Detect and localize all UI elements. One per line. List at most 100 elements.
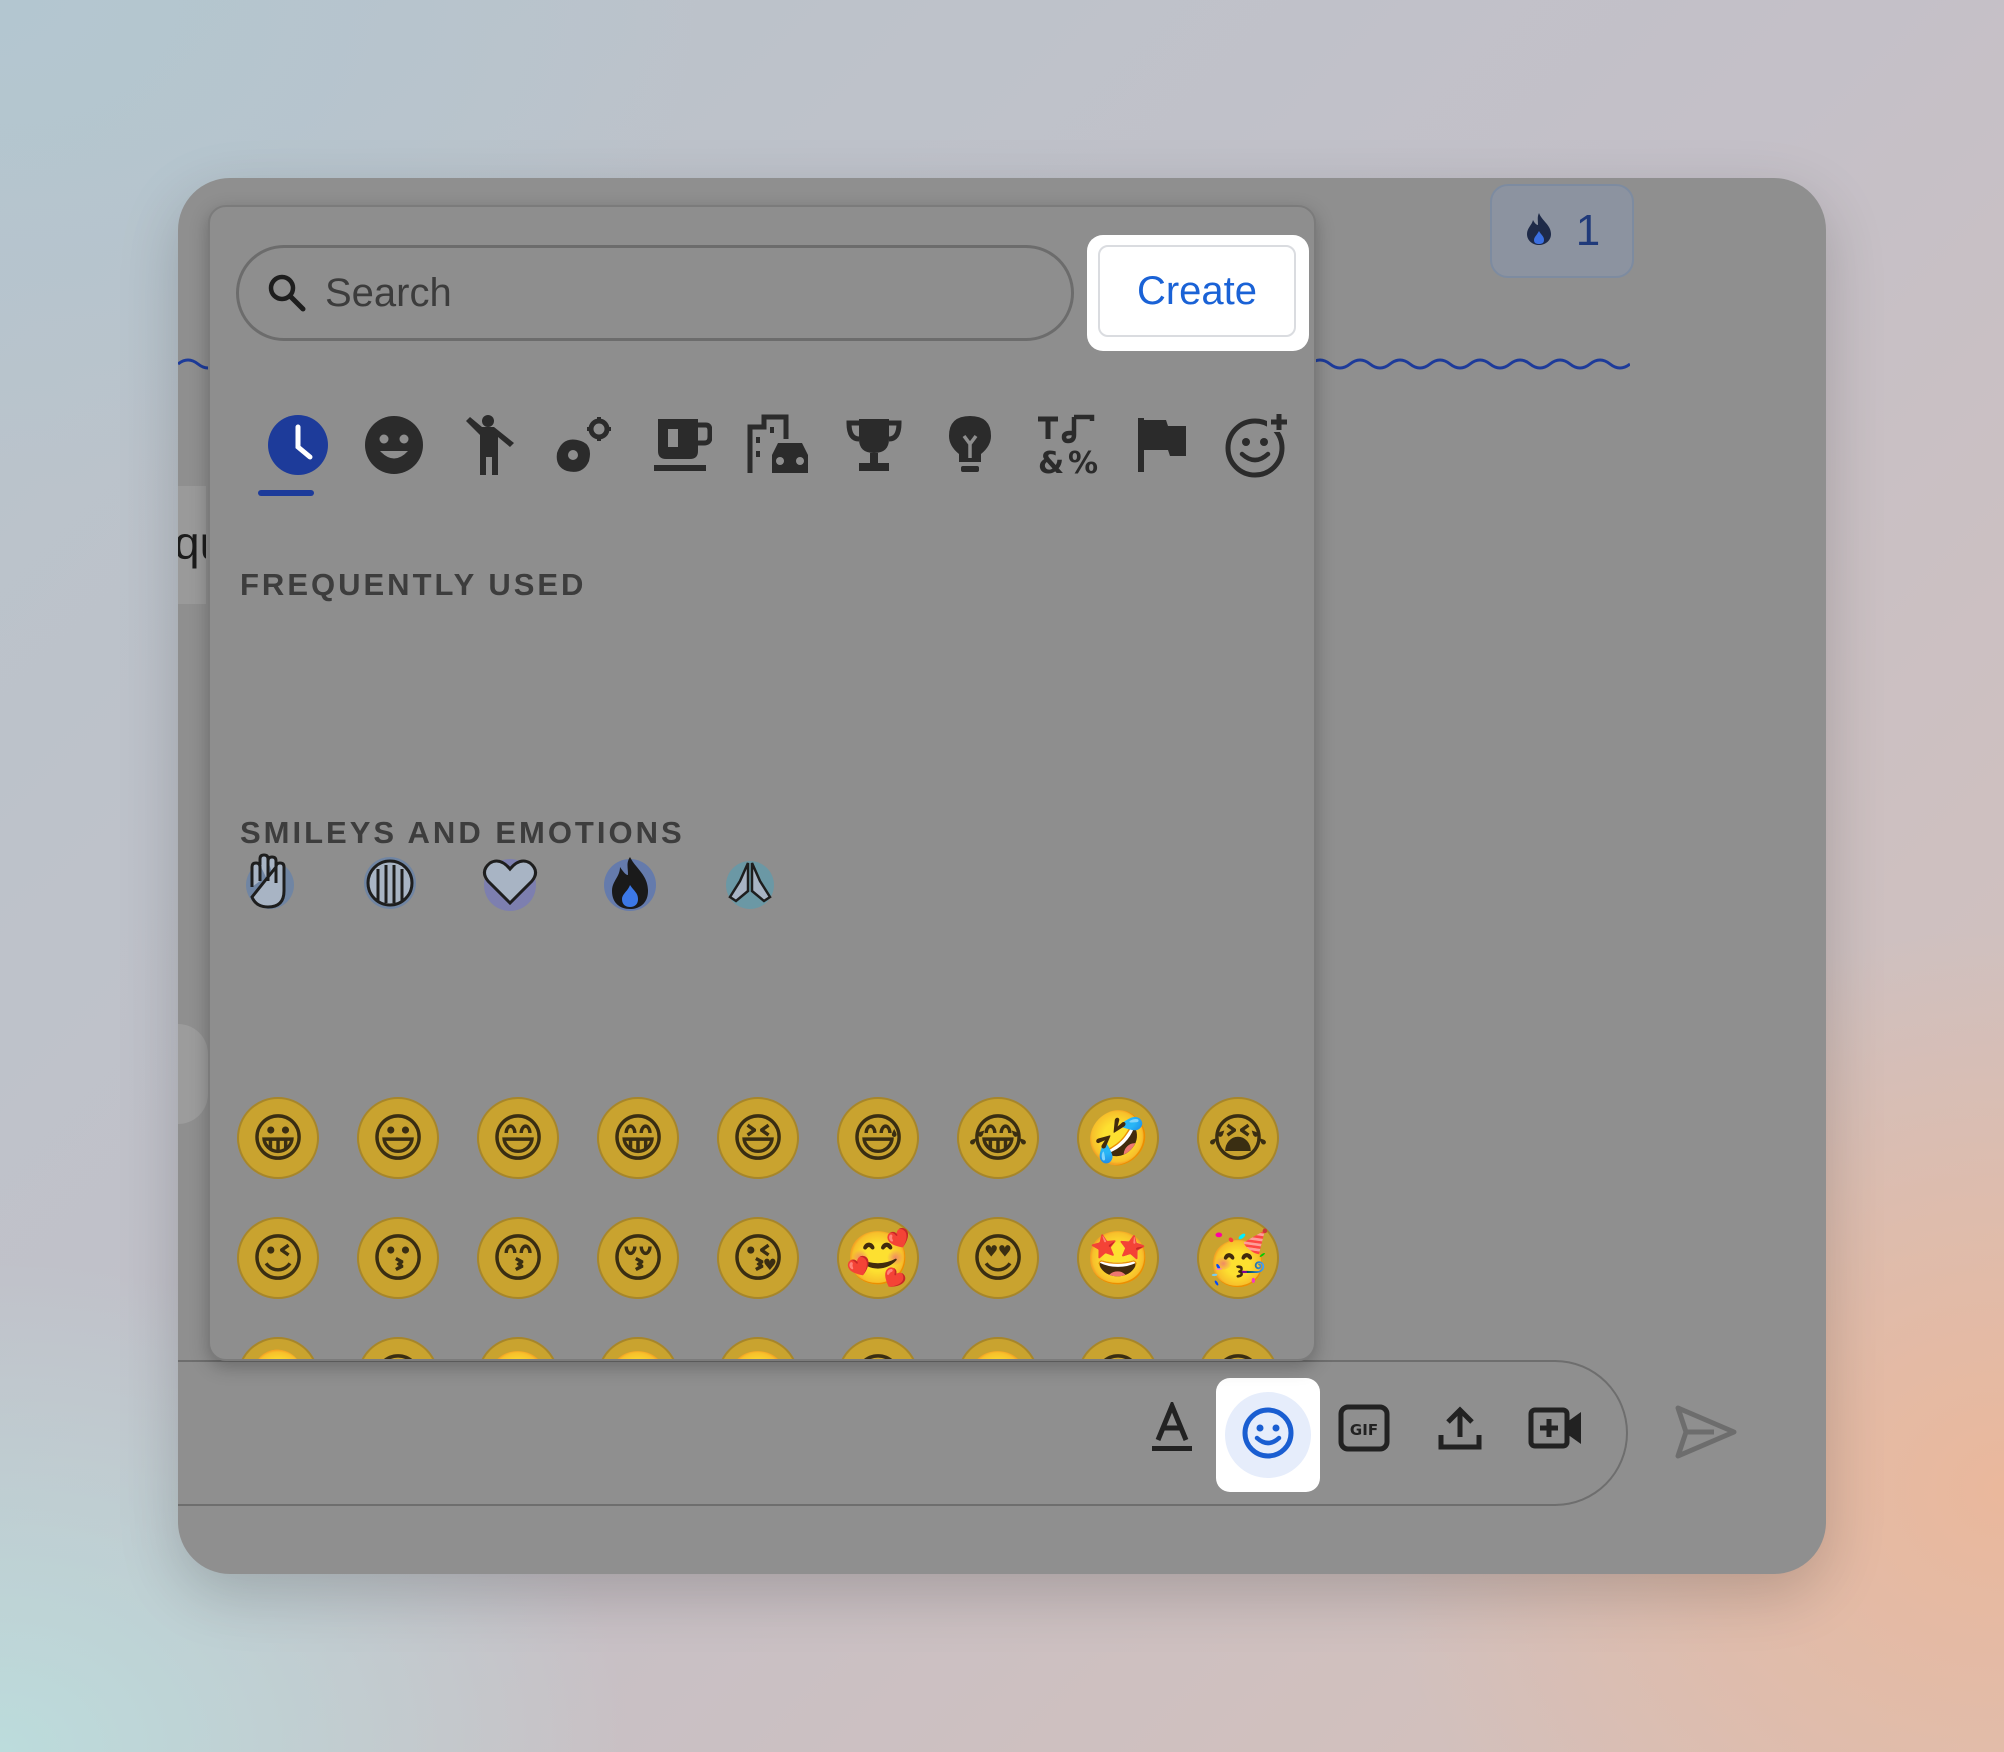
emoji-face-icon: 😃 (357, 1097, 439, 1179)
tab-custom[interactable] (1218, 405, 1298, 485)
person-icon (466, 415, 514, 475)
svg-text:😙: 😙 (491, 1229, 545, 1289)
emoji-face-icon: ☺️ (961, 1337, 1035, 1361)
emoji-item[interactable]: 🤩 (1072, 1212, 1164, 1304)
emoji-face-icon: 😍 (957, 1217, 1039, 1299)
emoji-item[interactable]: 😙 (472, 1212, 564, 1304)
emoji-item[interactable]: 😏 (1192, 1332, 1284, 1359)
emoji-face-icon: 😊 (841, 1337, 915, 1361)
emoji-item[interactable]: 🥲 (592, 1332, 684, 1361)
emoji-item[interactable]: 🥰 (832, 1212, 924, 1304)
tab-travel[interactable] (738, 405, 818, 485)
tab-flags[interactable] (1122, 405, 1202, 485)
emoji-face-icon: 😘 (717, 1217, 799, 1299)
emoji-item[interactable]: 😂 (952, 1092, 1044, 1184)
video-meeting-button[interactable] (1504, 1378, 1608, 1482)
emoji-search-field[interactable] (236, 245, 1074, 341)
active-tab-indicator (258, 490, 314, 496)
emoji-face-icon: 😆 (717, 1097, 799, 1179)
emoji-item[interactable]: 🥹 (712, 1332, 804, 1359)
upload-icon (1437, 1405, 1483, 1456)
emoji-search-input[interactable] (323, 269, 967, 317)
tab-smileys[interactable] (354, 405, 434, 485)
emoji-item[interactable]: 😆 (712, 1092, 804, 1184)
emoji-item[interactable] (594, 847, 666, 919)
gif-button[interactable]: GIF (1312, 1378, 1416, 1482)
message-snippet: qu (178, 486, 206, 604)
emoji-item[interactable] (234, 847, 306, 919)
emoji-item[interactable]: 😘 (712, 1212, 804, 1304)
svg-text:😊: 😊 (851, 1349, 905, 1361)
buildings-icon (747, 414, 808, 473)
wavy-divider (1309, 354, 1631, 379)
svg-text:😭: 😭 (1208, 1109, 1269, 1169)
tab-nature[interactable] (546, 405, 626, 485)
reaction-chip[interactable]: 1 (1490, 184, 1634, 278)
emoji-button[interactable] (1216, 1378, 1320, 1492)
svg-text:☺️: ☺️ (966, 1349, 1031, 1361)
tab-activities[interactable] (834, 405, 914, 485)
svg-text:&: & (1038, 446, 1064, 477)
emoji-item[interactable]: 😀 (232, 1092, 324, 1184)
emoji-button-highlight (1225, 1392, 1311, 1478)
emoji-category-tabs: &% (236, 405, 1296, 515)
svg-text:🤣: 🤣 (1084, 1108, 1151, 1171)
avatar (178, 1024, 208, 1124)
emoji-face-icon: 😙 (477, 1217, 559, 1299)
emoji-face-icon: 😄 (477, 1097, 559, 1179)
symbols-icon: &% (1038, 414, 1098, 477)
svg-text:🥲: 🥲 (606, 1349, 671, 1361)
cup-icon (654, 419, 712, 471)
svg-text:😚: 😚 (611, 1229, 665, 1289)
tab-food[interactable] (642, 405, 722, 485)
emoji-item[interactable]: 😗 (352, 1212, 444, 1304)
upload-button[interactable] (1408, 1378, 1512, 1482)
emoji-item[interactable]: 😁 (592, 1092, 684, 1184)
emoji-item[interactable]: 😅 (832, 1092, 924, 1184)
format-text-button[interactable] (1120, 1378, 1224, 1482)
emoji-item[interactable]: 😌 (1072, 1332, 1164, 1359)
send-icon (1674, 1405, 1738, 1464)
emoji-item[interactable]: 😚 (592, 1212, 684, 1304)
emoji-item[interactable]: 🙃 (352, 1332, 444, 1361)
high-five-icon (246, 853, 294, 909)
svg-text:GIF: GIF (1350, 1421, 1378, 1439)
svg-text:😍: 😍 (971, 1229, 1025, 1289)
emoji-item[interactable]: 🤣 (1072, 1092, 1164, 1184)
svg-text:😗: 😗 (371, 1229, 425, 1289)
emoji-item[interactable]: 🙂 (472, 1332, 564, 1361)
tab-objects[interactable] (930, 405, 1010, 485)
emoji-item[interactable]: 🥳 (1192, 1212, 1284, 1304)
emoji-item[interactable]: 😊 (832, 1332, 924, 1361)
tab-symbols[interactable]: &% (1026, 405, 1106, 485)
emoji-face-icon: 🥹 (721, 1337, 795, 1359)
svg-text:😘: 😘 (731, 1229, 785, 1289)
emoji-item[interactable] (474, 847, 546, 919)
search-icon (268, 274, 306, 312)
emoji-face-icon: 😅 (837, 1097, 919, 1179)
emoji-face-icon: 😚 (597, 1217, 679, 1299)
emoji-face-icon: 😌 (1081, 1337, 1155, 1359)
emoji-item[interactable]: ☺️ (952, 1332, 1044, 1361)
emoji-item[interactable] (714, 847, 786, 919)
smiley-icon (365, 416, 423, 474)
emoji-item[interactable]: 😭 (1192, 1092, 1284, 1184)
add-emoji-icon (1225, 412, 1291, 478)
emoji-face-icon: 🫠 (241, 1337, 315, 1359)
create-emoji-button[interactable]: Create (1098, 245, 1296, 337)
emoji-item[interactable]: 😃 (352, 1092, 444, 1184)
smileys-section-title: SMILEYS AND EMOTIONS (240, 815, 685, 850)
emoji-face-icon: 🤣 (1077, 1097, 1159, 1179)
svg-text:🙂: 🙂 (486, 1349, 551, 1361)
tab-people[interactable] (450, 405, 530, 485)
emoji-picker: Create &% (208, 205, 1316, 1361)
svg-text:🙃: 🙃 (371, 1349, 425, 1361)
tab-recent[interactable] (258, 405, 338, 485)
emoji-item[interactable]: 😍 (952, 1212, 1044, 1304)
send-button[interactable] (1674, 1404, 1738, 1465)
emoji-item[interactable]: 😉 (232, 1212, 324, 1304)
emoji-item[interactable]: 🫠 (232, 1332, 324, 1359)
emoji-item[interactable] (354, 847, 426, 919)
praying-hands-icon (726, 861, 774, 909)
emoji-item[interactable]: 😄 (472, 1092, 564, 1184)
